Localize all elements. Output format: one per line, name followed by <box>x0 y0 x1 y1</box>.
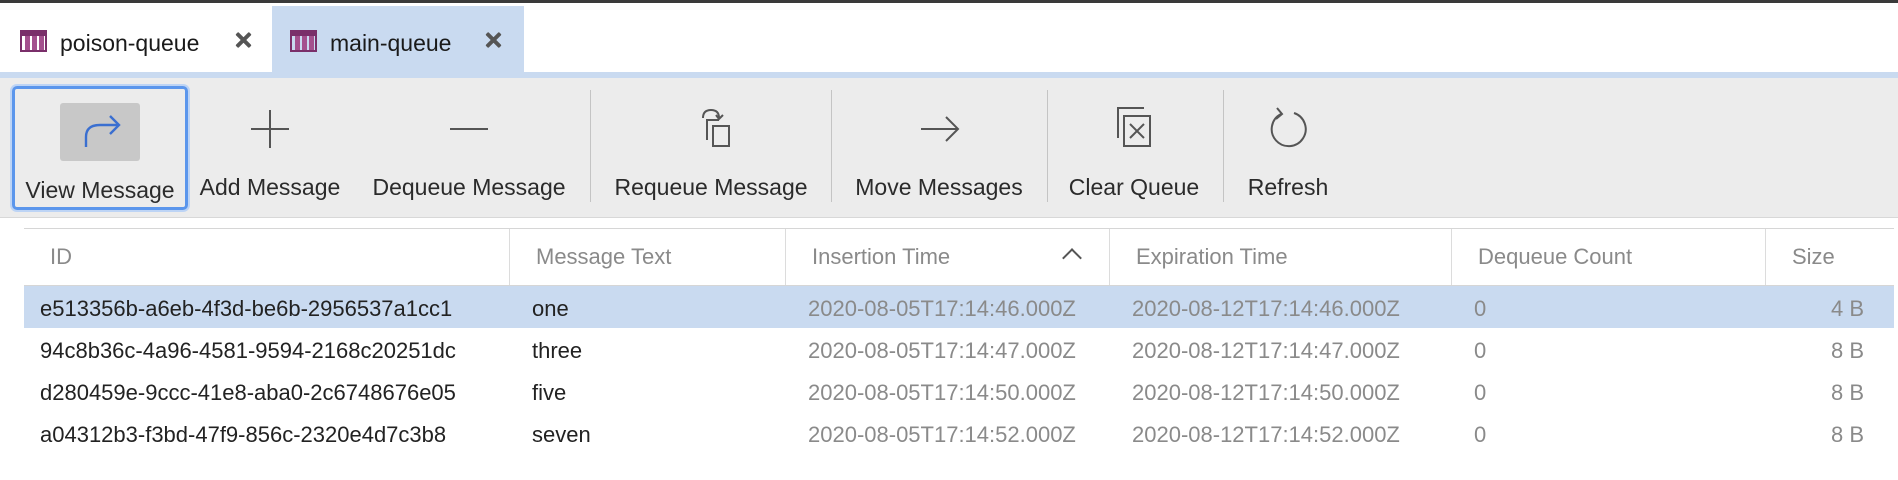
column-header-id[interactable]: ID <box>24 229 510 285</box>
view-message-button[interactable]: View Message <box>12 86 188 210</box>
toolbar-separator <box>1223 90 1224 202</box>
toolbar-separator <box>831 90 832 202</box>
cell-message-text: one <box>532 296 569 321</box>
cell-expiration-time: 2020-08-12T17:14:47.000Z <box>1132 338 1400 363</box>
refresh-icon <box>1248 100 1328 158</box>
tab-strip: poison-queue main-queue <box>0 0 1898 81</box>
table-row[interactable]: a04312b3-f3bd-47f9-856c-2320e4d7c3b8 sev… <box>24 412 1894 454</box>
table-row[interactable]: e513356b-a6eb-4f3d-be6b-2956537a1cc1 one… <box>24 286 1894 328</box>
cell-id: 94c8b36c-4a96-4581-9594-2168c20251dc <box>40 338 456 363</box>
cell-id: d280459e-9ccc-41e8-aba0-2c6748676e05 <box>40 380 456 405</box>
refresh-button[interactable]: Refresh <box>1238 86 1338 210</box>
cell-size: 8 B <box>1830 380 1864 405</box>
column-header-label: Message Text <box>536 244 672 269</box>
cell-dequeue-count: 0 <box>1474 380 1487 405</box>
column-header-label: Insertion Time <box>812 244 951 269</box>
requeue-message-button[interactable]: Requeue Message <box>606 86 816 210</box>
move-messages-label: Move Messages <box>855 174 1023 200</box>
toolbar-separator <box>590 90 591 202</box>
dequeue-message-button[interactable]: Dequeue Message <box>366 86 572 210</box>
table-row[interactable]: 94c8b36c-4a96-4581-9594-2168c20251dc thr… <box>24 328 1894 370</box>
messages-table: ID Message Text Insertion Time Expiratio… <box>24 228 1894 454</box>
cell-insertion-time: 2020-08-05T17:14:52.000Z <box>808 422 1076 447</box>
cell-dequeue-count: 0 <box>1474 422 1487 447</box>
clear-queue-button[interactable]: Clear Queue <box>1062 86 1206 210</box>
clear-queue-icon <box>1094 100 1174 158</box>
view-message-label: View Message <box>25 177 175 203</box>
column-header-label: Size <box>1792 244 1835 269</box>
cell-message-text: five <box>532 380 567 405</box>
sort-ascending-icon <box>1062 248 1082 268</box>
cell-insertion-time: 2020-08-05T17:14:50.000Z <box>808 380 1076 405</box>
cell-expiration-time: 2020-08-12T17:14:50.000Z <box>1132 380 1400 405</box>
cell-dequeue-count: 0 <box>1474 296 1487 321</box>
column-header-size[interactable]: Size <box>1766 229 1894 285</box>
column-header-dequeue-count[interactable]: Dequeue Count <box>1452 229 1766 285</box>
cell-dequeue-count: 0 <box>1474 338 1487 363</box>
cell-id: e513356b-a6eb-4f3d-be6b-2956537a1cc1 <box>40 296 453 321</box>
toolbar: View Message Add Message Dequeue Message <box>0 78 1898 218</box>
tab-label: poison-queue <box>60 30 200 56</box>
move-messages-button[interactable]: Move Messages <box>846 86 1032 210</box>
column-header-label: Dequeue Count <box>1478 244 1633 269</box>
dequeue-message-label: Dequeue Message <box>372 174 566 200</box>
table-row[interactable]: d280459e-9ccc-41e8-aba0-2c6748676e05 fiv… <box>24 370 1894 412</box>
column-header-expiration-time[interactable]: Expiration Time <box>1110 229 1452 285</box>
cell-message-text: seven <box>532 422 591 447</box>
add-message-label: Add Message <box>199 174 341 200</box>
tab-poison-queue[interactable]: poison-queue <box>2 6 270 72</box>
close-icon[interactable] <box>480 26 508 54</box>
close-icon[interactable] <box>230 26 258 54</box>
column-header-message-text[interactable]: Message Text <box>510 229 786 285</box>
queue-table-icon <box>290 30 317 52</box>
queue-table-icon <box>20 30 47 52</box>
column-header-label: ID <box>50 244 72 269</box>
column-header-insertion-time[interactable]: Insertion Time <box>786 229 1110 285</box>
minus-icon <box>429 100 509 158</box>
cell-insertion-time: 2020-08-05T17:14:46.000Z <box>808 296 1076 321</box>
refresh-label: Refresh <box>1247 174 1329 200</box>
tab-main-queue[interactable]: main-queue <box>272 6 524 72</box>
requeue-message-label: Requeue Message <box>614 174 808 200</box>
cell-id: a04312b3-f3bd-47f9-856c-2320e4d7c3b8 <box>40 422 447 447</box>
cell-expiration-time: 2020-08-12T17:14:52.000Z <box>1132 422 1400 447</box>
cell-size: 8 B <box>1830 338 1864 363</box>
add-message-button[interactable]: Add Message <box>196 86 344 210</box>
clear-queue-label: Clear Queue <box>1068 174 1200 200</box>
tab-label: main-queue <box>330 30 452 56</box>
column-header-label: Expiration Time <box>1136 244 1288 269</box>
plus-icon <box>230 100 310 158</box>
cell-message-text: three <box>532 338 583 363</box>
redirect-arrow-icon <box>60 103 140 161</box>
cell-size: 8 B <box>1830 422 1864 447</box>
table-header: ID Message Text Insertion Time Expiratio… <box>24 228 1894 286</box>
toolbar-separator <box>1047 90 1048 202</box>
cell-size: 4 B <box>1830 296 1864 321</box>
arrow-right-icon <box>899 100 979 158</box>
cell-expiration-time: 2020-08-12T17:14:46.000Z <box>1132 296 1400 321</box>
cell-insertion-time: 2020-08-05T17:14:47.000Z <box>808 338 1076 363</box>
requeue-icon <box>671 100 751 158</box>
